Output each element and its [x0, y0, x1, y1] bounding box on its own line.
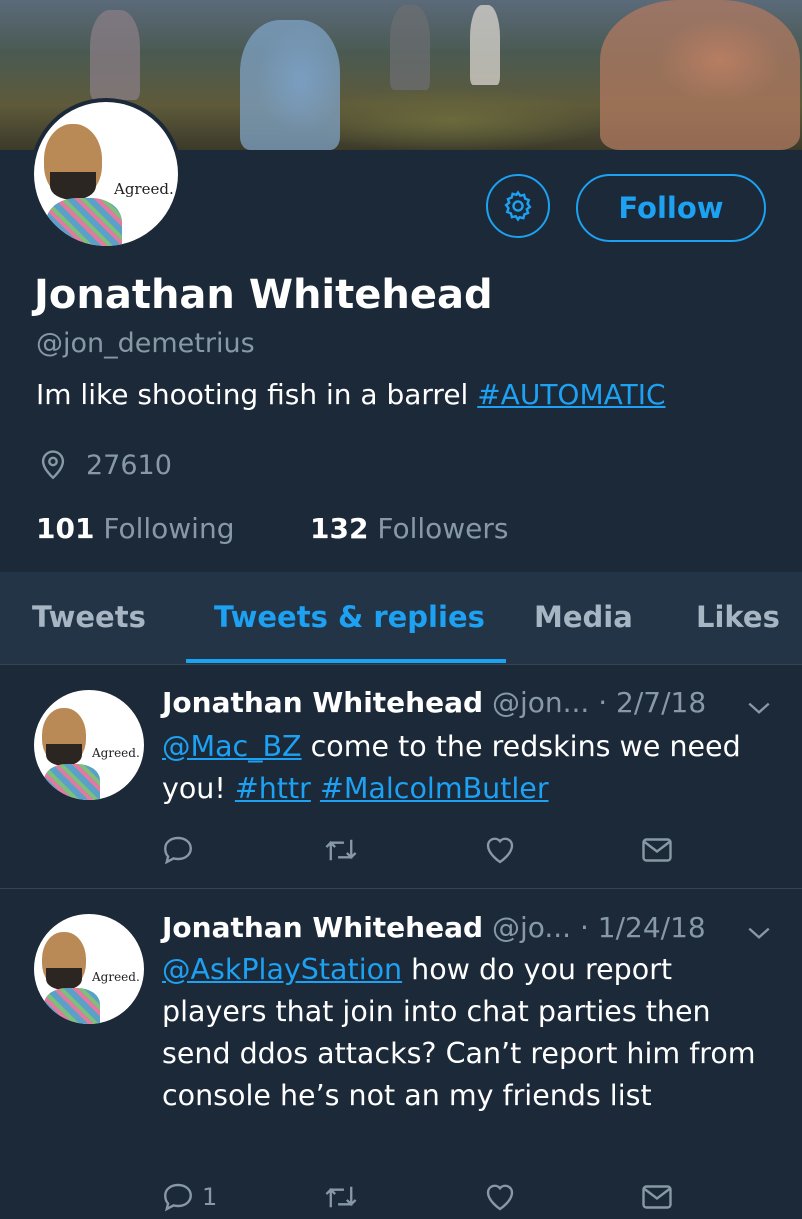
avatar-caption: Agreed. [92, 970, 140, 984]
tweet-actions [160, 832, 680, 872]
following-count: 101 [36, 512, 95, 545]
direct-message-icon [642, 838, 672, 862]
settings-button[interactable] [486, 174, 550, 238]
reply-count: 1 [202, 1183, 218, 1211]
tweet-author[interactable]: Jonathan Whitehead [162, 911, 483, 944]
gear-icon [504, 190, 532, 222]
tweet-handle: @jon... [491, 686, 590, 719]
tweet-avatar[interactable]: Agreed. [34, 690, 144, 800]
like-button[interactable] [482, 1179, 518, 1215]
tab-tweets[interactable]: Tweets [32, 600, 146, 634]
tweet-text: @Mac_BZ come to the redskins we need you… [162, 726, 772, 810]
followers-count: 132 [310, 512, 369, 545]
tweet-handle: @jo... [491, 911, 572, 944]
direct-message-icon [642, 1185, 672, 1209]
location-text: 27610 [86, 449, 172, 481]
retweet-button[interactable] [322, 832, 360, 868]
mention-link[interactable]: @AskPlayStation [162, 953, 402, 986]
tweet-actions: 1 [160, 1179, 680, 1219]
reply-icon [164, 836, 192, 865]
profile-bio: Im like shooting fish in a barrel #AUTOM… [36, 378, 666, 411]
following-stat[interactable]: 101 Following [36, 512, 234, 545]
profile-handle: @jon_demetrius [36, 328, 255, 359]
followers-label: Followers [368, 512, 509, 545]
tweet-date: · 1/24/18 [579, 911, 706, 944]
tweet-avatar[interactable]: Agreed. [34, 914, 144, 1024]
profile-avatar[interactable]: Agreed. [30, 98, 182, 250]
location-pin-icon [41, 450, 65, 480]
tab-likes[interactable]: Likes [696, 600, 780, 634]
direct-message-button[interactable] [638, 832, 676, 868]
tweet-item[interactable]: Agreed. Jonathan Whitehead @jon... · 2/7… [0, 664, 802, 888]
tweet-header: Jonathan Whitehead @jo... · 1/24/18 [162, 911, 706, 944]
hashtag-link[interactable]: #httr [235, 772, 311, 805]
avatar-caption: Agreed. [114, 180, 174, 198]
avatar-caption: Agreed. [92, 746, 140, 760]
follow-button[interactable]: Follow [576, 174, 766, 242]
bio-text: Im like shooting fish in a barrel [36, 378, 478, 411]
tweet-text: @AskPlayStation how do you report player… [162, 949, 772, 1117]
like-icon [486, 837, 514, 864]
profile-tabs: Tweets Tweets & replies Media Likes [0, 572, 802, 665]
hashtag-link[interactable]: #MalcolmButler [320, 772, 549, 805]
like-icon [486, 1184, 514, 1211]
tab-tweets-and-replies[interactable]: Tweets & replies [214, 600, 485, 634]
tweet-header: Jonathan Whitehead @jon... · 2/7/18 [162, 686, 706, 719]
chevron-down-icon[interactable] [746, 698, 772, 718]
reply-button[interactable]: 1 [160, 1179, 217, 1215]
tab-media[interactable]: Media [534, 600, 633, 634]
retweet-icon [325, 839, 357, 861]
following-label: Following [94, 512, 235, 545]
active-tab-indicator [186, 659, 506, 663]
tweet-item[interactable]: Agreed. Jonathan Whitehead @jo... · 1/24… [0, 889, 802, 1212]
retweet-icon [325, 1186, 357, 1208]
retweet-button[interactable] [322, 1179, 360, 1215]
chevron-down-icon[interactable] [746, 923, 772, 943]
tweet-date: · 2/7/18 [598, 686, 707, 719]
mention-link[interactable]: @Mac_BZ [162, 730, 302, 763]
tweet-author[interactable]: Jonathan Whitehead [162, 686, 483, 719]
profile-location: 27610 [36, 448, 172, 482]
like-button[interactable] [482, 832, 518, 868]
reply-icon [164, 1183, 192, 1212]
direct-message-button[interactable] [638, 1179, 676, 1215]
followers-stat[interactable]: 132 Followers [310, 512, 509, 545]
reply-button[interactable] [160, 832, 196, 868]
profile-name: Jonathan Whitehead [34, 272, 493, 318]
bio-hashtag-link[interactable]: #AUTOMATIC [477, 378, 665, 411]
